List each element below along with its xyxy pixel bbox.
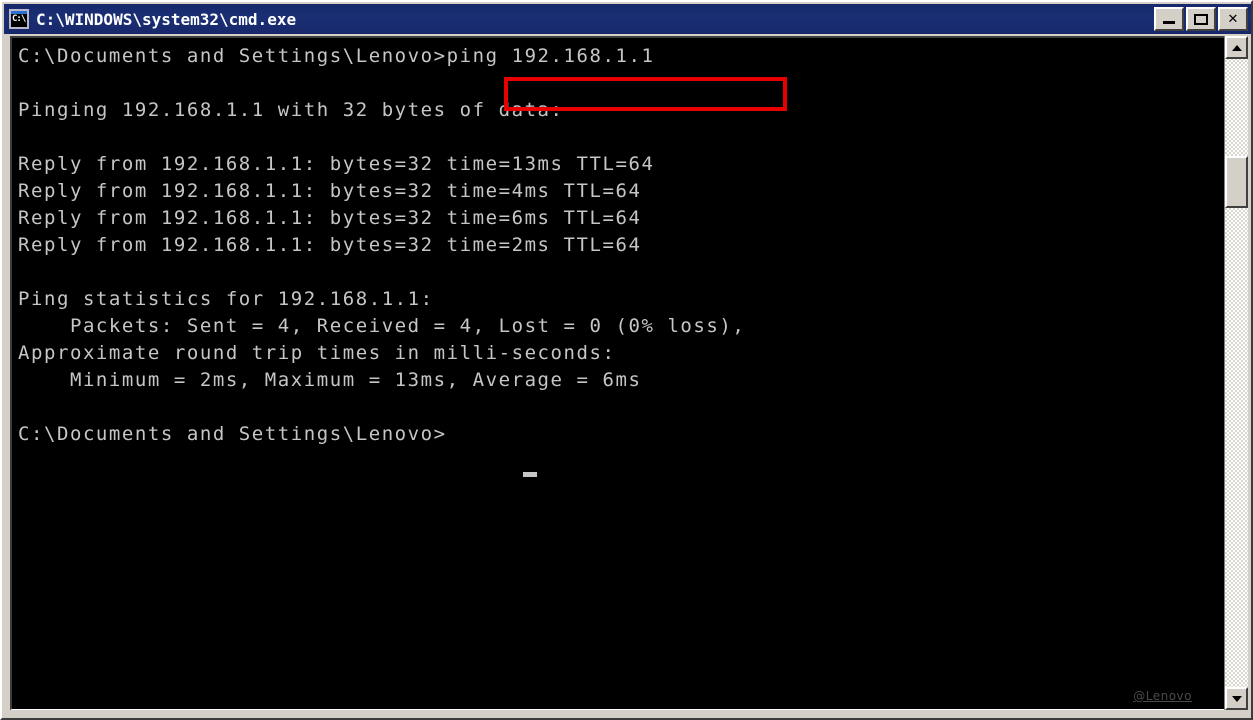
cmd-window: C:\ C:\WINDOWS\system32\cmd.exe ✕ C:\Doc… [0,0,1253,720]
icon-label: C:\ [12,14,26,24]
chevron-down-icon [1231,695,1242,702]
chevron-up-icon [1231,44,1242,51]
console-frame: C:\Documents and Settings\Lenovo>ping 19… [10,36,1225,710]
scroll-down-button[interactable] [1225,687,1248,710]
scroll-up-button[interactable] [1225,36,1248,59]
console-output-area[interactable]: C:\Documents and Settings\Lenovo>ping 19… [12,38,1224,709]
console-text: C:\Documents and Settings\Lenovo>ping 19… [18,45,746,445]
text-cursor [523,472,537,477]
maximize-icon [1188,9,1214,29]
maximize-button[interactable] [1186,7,1216,31]
title-bar[interactable]: C:\ C:\WINDOWS\system32\cmd.exe ✕ [4,4,1251,34]
scrollbar-thumb[interactable] [1225,156,1248,208]
watermark-label: @Lenovo [1133,689,1192,703]
close-button[interactable]: ✕ [1218,7,1248,31]
close-icon: ✕ [1227,11,1239,27]
minimize-icon [1156,9,1182,29]
window-client-area: C:\Documents and Settings\Lenovo>ping 19… [4,34,1251,718]
cmd-console-icon: C:\ [9,9,29,29]
minimize-button[interactable] [1154,7,1184,31]
window-title: C:\WINDOWS\system32\cmd.exe [36,9,297,29]
vertical-scrollbar[interactable] [1224,36,1248,710]
window-controls: ✕ [1154,7,1248,31]
